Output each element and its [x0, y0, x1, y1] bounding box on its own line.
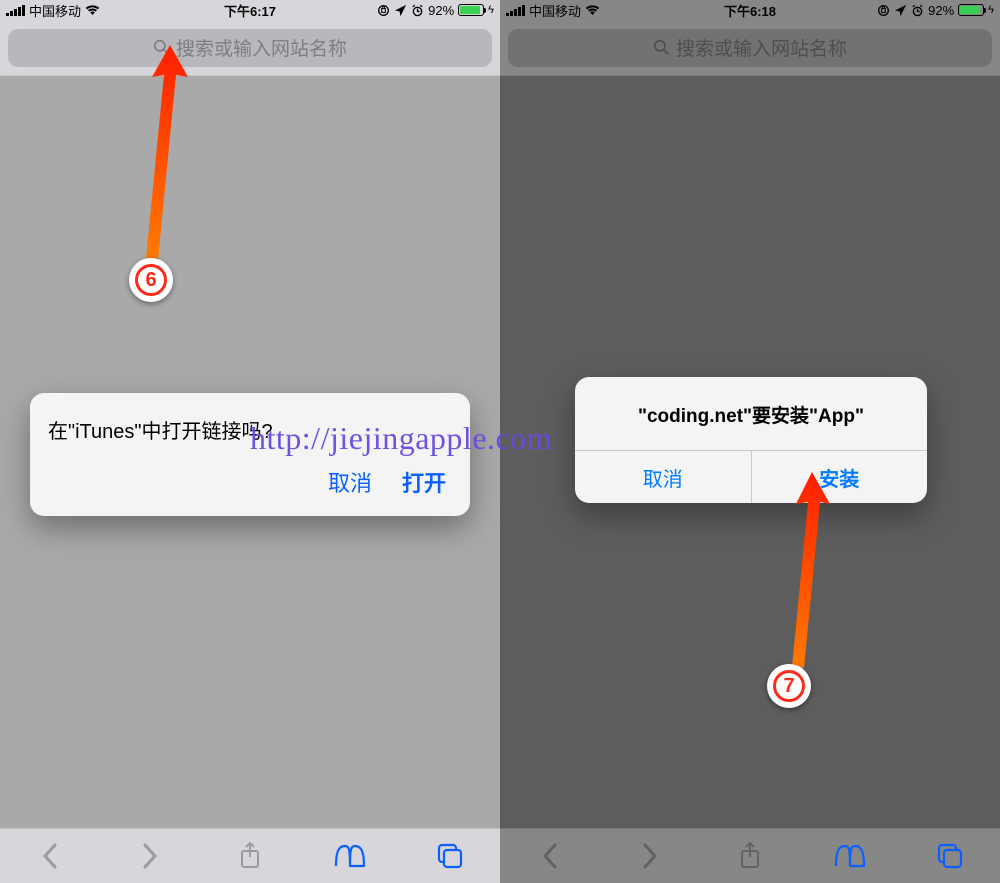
open-button[interactable]: 打开: [402, 466, 446, 498]
carrier-label: 中国移动: [529, 1, 581, 20]
address-bar-area: 搜索或输入网站名称: [0, 20, 500, 76]
cancel-button[interactable]: 取消: [328, 466, 372, 498]
battery-pct-label: 92%: [428, 3, 454, 18]
charging-icon: ϟ: [488, 4, 494, 16]
annotation-number: 7: [773, 670, 805, 702]
battery-icon: [458, 4, 484, 16]
annotation-badge-7: 7: [767, 664, 811, 708]
cancel-button[interactable]: 取消: [575, 451, 752, 503]
address-placeholder: 搜索或输入网站名称: [676, 34, 847, 61]
tabs-button[interactable]: [930, 836, 970, 876]
share-button[interactable]: [730, 836, 770, 876]
status-bar: 中国移动 下午6:18 92% ϟ: [500, 0, 1000, 20]
alarm-icon: [911, 4, 924, 17]
signal-icon: [506, 5, 525, 16]
tabs-button[interactable]: [430, 836, 470, 876]
itunes-open-dialog: 在"iTunes"中打开链接吗? 取消 打开: [30, 393, 470, 516]
status-bar: 中国移动 下午6:17 92% ϟ: [0, 0, 500, 20]
address-bar[interactable]: 搜索或输入网站名称: [508, 29, 992, 67]
install-app-dialog: "coding.net"要安装"App" 取消 安装: [575, 377, 927, 503]
wifi-icon: [85, 5, 100, 16]
back-button[interactable]: [530, 836, 570, 876]
safari-toolbar: [0, 828, 500, 883]
share-button[interactable]: [230, 836, 270, 876]
clock-label: 下午6:17: [224, 1, 276, 20]
signal-icon: [6, 5, 25, 16]
search-icon: [153, 39, 170, 56]
bookmarks-button[interactable]: [830, 836, 870, 876]
dialog-message: 在"iTunes"中打开链接吗?: [30, 393, 470, 466]
install-button[interactable]: 安装: [752, 451, 928, 503]
orientation-lock-icon: [877, 4, 890, 17]
back-button[interactable]: [30, 836, 70, 876]
search-icon: [653, 39, 670, 56]
location-icon: [894, 4, 907, 17]
annotation-badge-6: 6: [129, 258, 173, 302]
address-bar[interactable]: 搜索或输入网站名称: [8, 29, 492, 67]
bookmarks-button[interactable]: [330, 836, 370, 876]
orientation-lock-icon: [377, 4, 390, 17]
battery-pct-label: 92%: [928, 3, 954, 18]
location-icon: [394, 4, 407, 17]
dialog-message: "coding.net"要安装"App": [575, 377, 927, 450]
forward-button[interactable]: [130, 836, 170, 876]
address-bar-area: 搜索或输入网站名称: [500, 20, 1000, 76]
forward-button[interactable]: [630, 836, 670, 876]
clock-label: 下午6:18: [724, 1, 776, 20]
charging-icon: ϟ: [988, 4, 994, 16]
carrier-label: 中国移动: [29, 1, 81, 20]
safari-toolbar: [500, 828, 1000, 883]
wifi-icon: [585, 5, 600, 16]
battery-icon: [958, 4, 984, 16]
alarm-icon: [411, 4, 424, 17]
annotation-number: 6: [135, 264, 167, 296]
address-placeholder: 搜索或输入网站名称: [176, 34, 347, 61]
